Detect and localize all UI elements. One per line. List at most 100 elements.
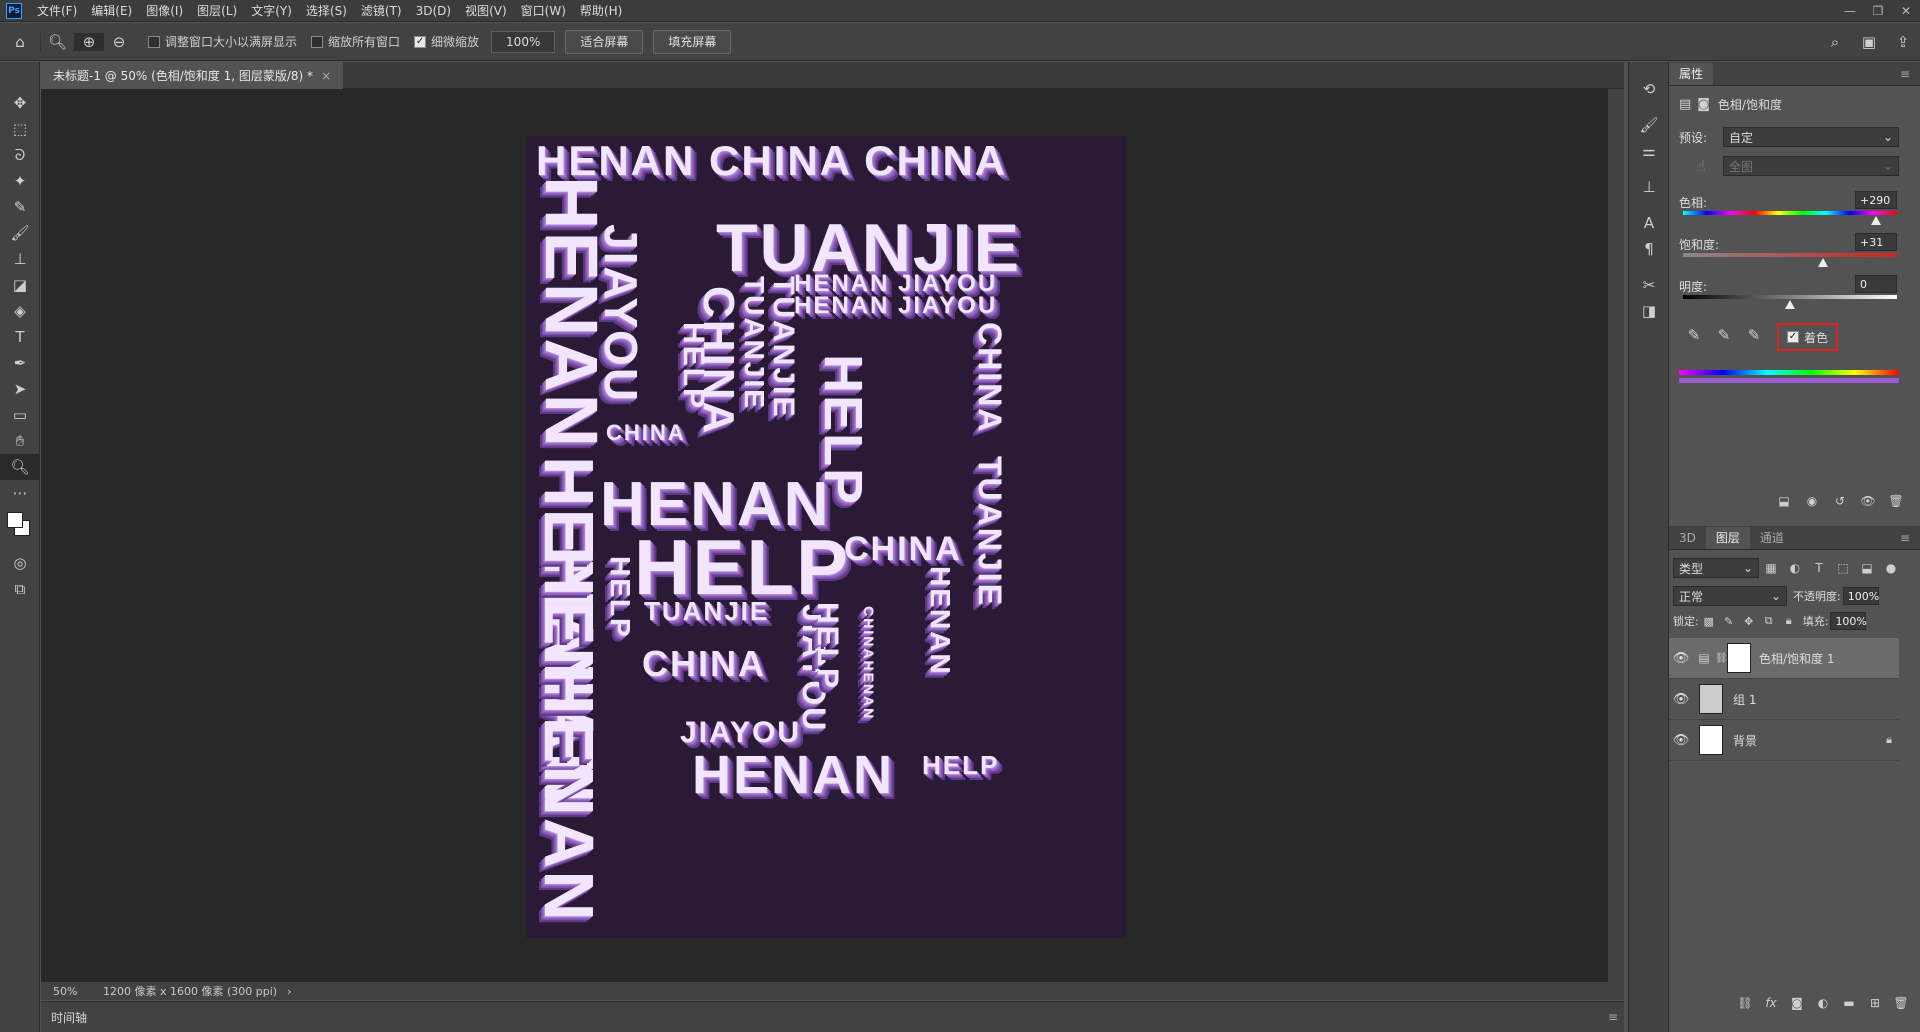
lock-pixels-icon[interactable]: ✎ [1719,615,1739,628]
rectangle-tool-icon[interactable]: ▭ [0,402,40,428]
tab-properties[interactable]: 属性 [1669,63,1714,85]
resize-windows-checkbox[interactable]: 调整窗口大小以满屏显示 [148,33,297,50]
menu-item[interactable]: 图层(L) [190,0,244,22]
targeted-adjust-icon[interactable]: ☝ [1679,157,1723,175]
new-layer-icon[interactable]: ⊞ [1862,996,1888,1010]
share-icon[interactable]: ⇪ [1886,33,1920,51]
view-previous-icon[interactable]: ◉ [1798,494,1826,508]
eyedropper-minus-icon[interactable]: ✎ [1739,326,1769,344]
opacity-field[interactable]: 100% [1842,587,1879,605]
stamp-tool-icon[interactable]: ⊥ [0,246,40,272]
menu-item[interactable]: 文件(F) [30,0,84,22]
smart-object-filter-icon[interactable]: ⬓ [1855,561,1879,575]
menu-item[interactable]: 滤镜(T) [354,0,409,22]
clip-to-layer-icon[interactable]: ⬓ [1770,494,1798,508]
menu-item[interactable]: 编辑(E) [84,0,139,22]
mask-icon[interactable]: ◙ [1697,97,1710,112]
panel-menu-icon[interactable]: ≡ [1890,63,1920,85]
hue-value-field[interactable]: +290 [1855,191,1897,209]
hue-slider-thumb[interactable] [1871,216,1882,225]
eyedropper-plus-icon[interactable]: ✎ [1709,326,1739,344]
canvas-area[interactable]: HENAN CHINA CHINA HENAN JIAYOU TUANJIE HENAN… [41,89,1608,982]
lock-position-icon[interactable]: ✥ [1739,615,1759,628]
close-button[interactable]: ✕ [1892,4,1920,18]
filter-toggle-icon[interactable]: ● [1879,561,1903,575]
workspace-icon[interactable]: ▣ [1852,33,1886,51]
brush-settings-icon[interactable]: 🖌︎ [1629,112,1669,138]
visibility-icon[interactable]: 👁︎ [1854,494,1882,508]
menu-item[interactable]: 图像(I) [139,0,190,22]
lock-all-icon[interactable]: 🔒︎ [1779,614,1799,628]
poster-canvas[interactable]: HENAN CHINA CHINA HENAN JIAYOU TUANJIE HENAN… [526,136,1126,938]
zoom-tool-icon[interactable]: 🔍︎ [0,454,40,480]
zoom-all-checkbox[interactable]: 缩放所有窗口 [311,33,400,50]
menu-item[interactable]: 窗口(W) [514,0,573,22]
adjustment-filter-icon[interactable]: ◐ [1783,561,1807,575]
menu-item[interactable]: 视图(V) [458,0,514,22]
link-icon[interactable]: ⛓ [1715,653,1728,664]
preset-select[interactable]: 自定 ⌄ [1723,127,1899,147]
magic-wand-tool-icon[interactable]: ✦ [0,168,40,194]
brush-tool-icon[interactable]: 🖌︎ [0,220,40,246]
quick-mask-icon[interactable]: ◎ [0,550,40,576]
tab-channels[interactable]: 通道 [1750,527,1794,549]
clone-source-icon[interactable]: ⊥ [1629,174,1669,200]
eyedropper-icon[interactable]: ✎ [1679,326,1709,344]
minimize-button[interactable]: — [1836,4,1864,18]
status-arrow-icon[interactable]: › [287,985,291,998]
more-tools-icon[interactable]: ⋯ [0,480,40,506]
zoom-value-field[interactable]: 100% [491,30,556,53]
scrubby-zoom-checkbox[interactable]: ✓ 细微缩放 [414,33,479,50]
layer-row[interactable]: 👁︎ ▤ ⛓ 色相/饱和度 1 [1669,638,1899,679]
menu-item[interactable]: 选择(S) [299,0,354,22]
zoom-in-icon[interactable]: ⊕ [74,32,104,51]
saturation-value-field[interactable]: +31 [1855,233,1897,251]
lasso-tool-icon[interactable]: ᘐ [0,142,40,168]
zoom-out-icon[interactable]: ⊖ [104,33,134,51]
foreground-color-swatch[interactable] [7,512,23,528]
eye-icon[interactable]: 👁︎ [1669,692,1693,707]
menu-item[interactable]: 3D(D) [409,0,458,22]
tab-3d[interactable]: 3D [1669,527,1706,549]
home-icon[interactable]: ⌂ [0,33,40,51]
adjustments-icon[interactable]: ⚌ [1629,138,1669,164]
restore-button[interactable]: ❐ [1864,4,1892,18]
libraries-icon[interactable]: ◨ [1629,298,1669,324]
panel-menu-icon[interactable]: ≡ [1890,527,1920,549]
delete-icon[interactable]: 🗑︎ [1882,494,1910,508]
screen-mode-icon[interactable]: ⧉ [0,576,40,602]
timeline-tab[interactable]: 时间轴 [51,1009,87,1026]
layer-mask-thumbnail[interactable] [1727,643,1751,673]
fx-icon[interactable]: fx [1758,996,1784,1010]
color-swatches[interactable] [0,506,39,550]
zoom-tool-icon[interactable]: 🔍︎ [40,32,74,51]
eye-icon[interactable]: 👁︎ [1669,733,1693,748]
channel-select[interactable]: 全图 ⌄ [1723,156,1899,176]
lock-transparency-icon[interactable]: ▩ [1699,615,1719,628]
saturation-slider-track[interactable] [1683,253,1897,257]
type-filter-icon[interactable]: T [1807,561,1831,575]
colorize-checkbox[interactable]: ✓ 着色 [1777,323,1839,351]
document-tab[interactable]: 未标题-1 @ 50% (色相/饱和度 1, 图层蒙版/8) * × [41,62,344,89]
search-icon[interactable]: ⌕ [1818,33,1852,51]
menu-item[interactable]: 文字(Y) [244,0,299,22]
lightness-slider-thumb[interactable] [1785,300,1795,309]
lock-artboard-icon[interactable]: ⧉ [1759,614,1779,628]
lightness-value-field[interactable]: 0 [1855,275,1897,293]
layer-row[interactable]: 👁︎ 背景 🔒︎ [1669,720,1899,761]
history-icon[interactable]: ⟲ [1629,76,1669,102]
hue-slider-track[interactable] [1683,211,1897,215]
layer-row[interactable]: 👁︎ 组 1 [1669,679,1899,720]
lightness-slider-track[interactable] [1683,295,1897,299]
reset-icon[interactable]: ↺ [1826,494,1854,508]
eraser-tool-icon[interactable]: ◪ [0,272,40,298]
path-select-tool-icon[interactable]: ➤ [0,376,40,402]
new-group-icon[interactable]: ▬ [1836,996,1862,1010]
delete-layer-icon[interactable]: 🗑︎ [1888,996,1914,1010]
fill-field[interactable]: 100% [1830,612,1867,630]
pixel-filter-icon[interactable]: ▦ [1759,561,1783,575]
move-tool-icon[interactable]: ✥ [0,90,40,116]
link-layers-icon[interactable]: ⛓ [1732,996,1758,1010]
saturation-slider-thumb[interactable] [1818,258,1829,267]
paint-bucket-tool-icon[interactable]: ◈ [0,298,40,324]
